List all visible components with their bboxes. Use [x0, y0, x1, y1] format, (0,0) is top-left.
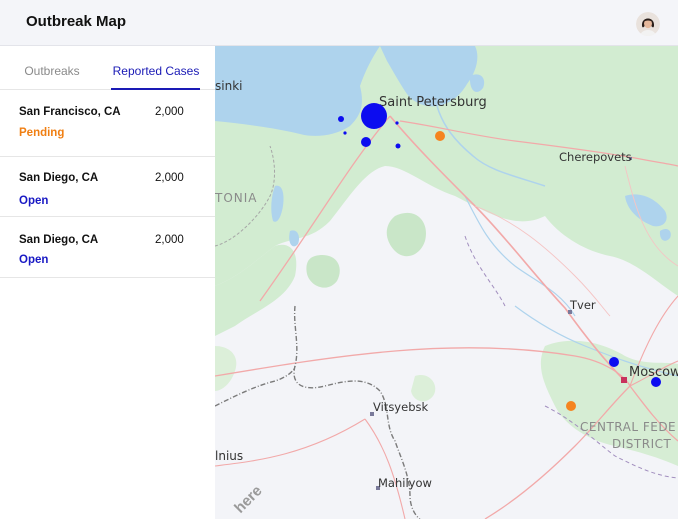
sidebar: Outbreaks Reported Cases San Francisco, … [0, 46, 215, 519]
case-status: Open [19, 195, 49, 207]
case-status: Pending [19, 127, 65, 139]
outbreak-marker[interactable] [566, 401, 576, 411]
case-list-item[interactable]: San Francisco, CA 2,000 Pending [0, 90, 215, 157]
top-bar: Outbreak Map [0, 0, 678, 46]
case-location: San Diego, CA [19, 234, 99, 246]
map-label-cherepovets: Cherepovets [559, 150, 632, 164]
case-count: 2,000 [155, 106, 184, 118]
case-list-item[interactable]: San Diego, CA 2,000 Open [0, 217, 215, 278]
map-label-vitsyebsk: Vitsyebsk [373, 400, 428, 414]
case-marker[interactable] [361, 103, 387, 129]
case-marker[interactable] [361, 137, 371, 147]
tab-reported-cases[interactable]: Reported Cases [111, 46, 201, 90]
case-count: 2,000 [155, 172, 184, 184]
map-label-tver: Tver [569, 298, 596, 312]
map-canvas[interactable]: sinki Saint Petersburg Cherepovets TONIA… [215, 46, 678, 519]
map-label-estonia: TONIA [215, 191, 258, 205]
case-marker[interactable] [338, 116, 344, 122]
case-marker[interactable] [343, 131, 347, 135]
map-label-vilnius: lnius [215, 449, 243, 463]
case-marker[interactable] [609, 357, 619, 367]
outbreak-marker[interactable] [435, 131, 445, 141]
map-label-district: DISTRICT [612, 437, 671, 451]
case-location: San Francisco, CA [19, 106, 121, 118]
case-count: 2,000 [155, 234, 184, 246]
tab-outbreaks[interactable]: Outbreaks [14, 46, 90, 90]
case-marker[interactable] [651, 377, 661, 387]
map-label-saint-petersburg: Saint Petersburg [379, 95, 487, 110]
user-avatar-icon[interactable] [636, 12, 660, 36]
case-list-item[interactable]: San Diego, CA 2,000 Open [0, 157, 215, 217]
map-label-central-federal: CENTRAL FEDE [580, 420, 676, 434]
tab-bar: Outbreaks Reported Cases [0, 46, 215, 90]
case-marker[interactable] [395, 121, 399, 125]
map-label-mahilyow: Mahilyow [378, 476, 432, 490]
case-marker[interactable] [395, 143, 401, 149]
app-title: Outbreak Map [26, 13, 127, 30]
case-status: Open [19, 254, 49, 266]
outbreak-map[interactable]: sinki Saint Petersburg Cherepovets TONIA… [215, 46, 678, 519]
map-label-helsinki: sinki [215, 79, 242, 93]
case-location: San Diego, CA [19, 172, 99, 184]
